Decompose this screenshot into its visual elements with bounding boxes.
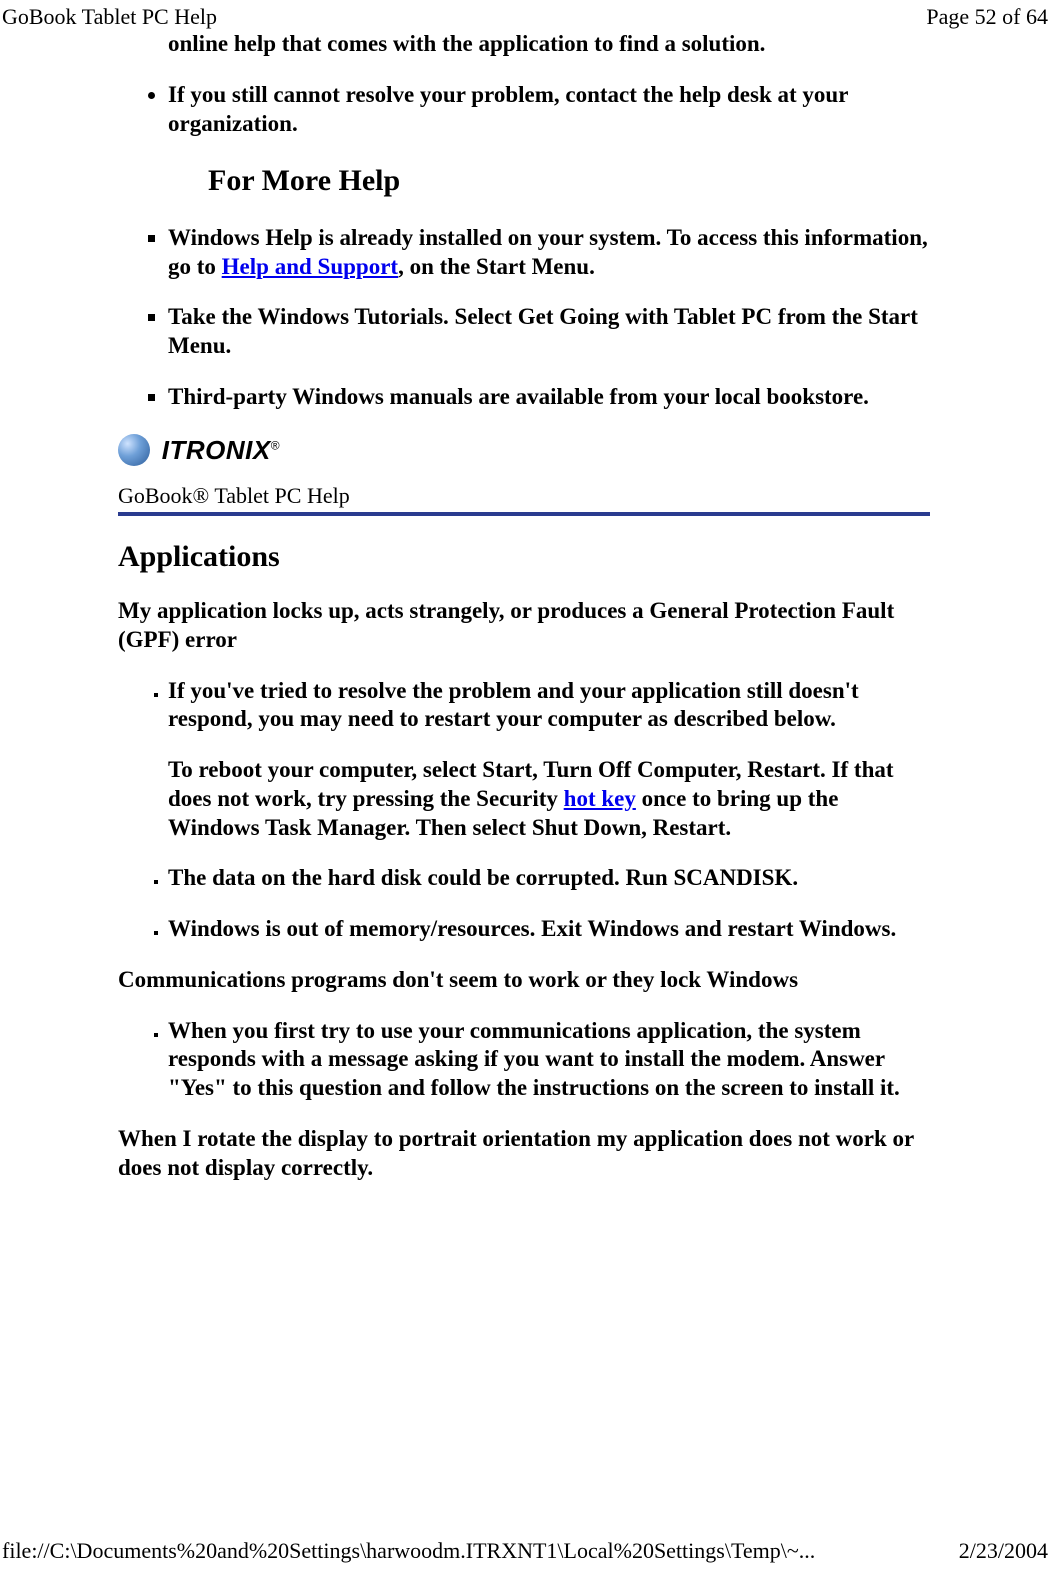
question-1: My application locks up, acts strangely,…	[118, 597, 930, 655]
footer-path: file://C:\Documents%20and%20Settings\har…	[2, 1538, 815, 1564]
more-help-list: Windows Help is already installed on you…	[118, 224, 930, 412]
hot-key-link[interactable]: hot key	[564, 786, 636, 811]
header-title: GoBook Tablet PC Help	[2, 4, 217, 30]
brand-name-text: ITRONIX	[162, 435, 271, 465]
top-bullet-list: If you still cannot resolve your problem…	[118, 81, 930, 139]
text: Third-party Windows manuals are availabl…	[168, 384, 869, 409]
text: Take the Windows Tutorials. Select Get G…	[168, 304, 918, 358]
q2-list: When you first try to use your communica…	[118, 1017, 930, 1103]
brand-subtitle: GoBook® Tablet PC Help	[118, 482, 930, 510]
globe-icon	[118, 434, 150, 466]
list-item: Windows is out of memory/resources. Exit…	[168, 915, 930, 944]
list-item: Third-party Windows manuals are availabl…	[168, 383, 930, 412]
help-and-support-link[interactable]: Help and Support	[222, 254, 398, 279]
sub-paragraph: To reboot your computer, select Start, T…	[168, 756, 930, 842]
list-item: The data on the hard disk could be corru…	[168, 864, 930, 893]
text: Windows is out of memory/resources. Exit…	[168, 916, 896, 941]
header-page-number: Page 52 of 64	[926, 4, 1048, 30]
list-item: If you still cannot resolve your problem…	[168, 81, 930, 139]
question-2: Communications programs don't seem to wo…	[118, 966, 930, 995]
text: , on the Start Menu.	[398, 254, 595, 279]
intro-fragment: online help that comes with the applicat…	[168, 30, 930, 59]
brand-block: ITRONIX®	[118, 434, 930, 467]
question-3: When I rotate the display to portrait or…	[118, 1125, 930, 1183]
list-item: Windows Help is already installed on you…	[168, 224, 930, 282]
page: GoBook Tablet PC Help Page 52 of 64 onli…	[0, 0, 1050, 1570]
divider	[118, 512, 930, 516]
applications-heading: Applications	[118, 538, 930, 576]
list-item: Take the Windows Tutorials. Select Get G…	[168, 303, 930, 361]
brand-name: ITRONIX®	[162, 434, 280, 467]
text: The data on the hard disk could be corru…	[168, 865, 798, 890]
footer-date: 2/23/2004	[959, 1538, 1048, 1564]
text: If you've tried to resolve the problem a…	[168, 678, 859, 732]
q1-list: If you've tried to resolve the problem a…	[118, 677, 930, 944]
list-item: When you first try to use your communica…	[168, 1017, 930, 1103]
body-content: online help that comes with the applicat…	[118, 30, 930, 1182]
list-item: If you've tried to resolve the problem a…	[168, 677, 930, 843]
more-help-heading: For More Help	[208, 162, 930, 200]
registered-mark: ®	[271, 438, 280, 452]
text: When you first try to use your communica…	[168, 1018, 900, 1101]
